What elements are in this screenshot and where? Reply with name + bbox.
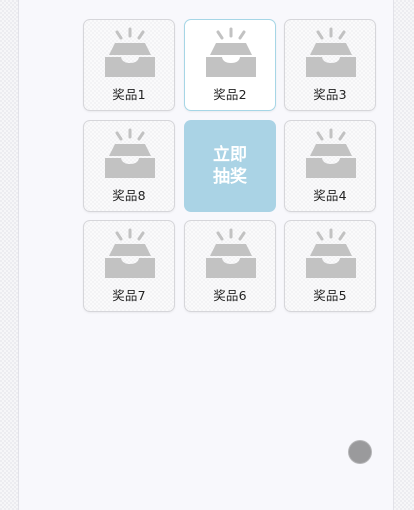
prize-cell-5[interactable]: 奖品5 bbox=[284, 220, 376, 312]
prize-box-icon bbox=[306, 27, 356, 77]
prize-cell-4[interactable]: 奖品4 bbox=[284, 120, 376, 212]
prize-cell-8[interactable]: 奖品8 bbox=[83, 120, 175, 212]
draw-button-line2: 抽奖 bbox=[213, 167, 247, 187]
prize-box-icon bbox=[206, 27, 256, 77]
lottery-grid: 奖品1 奖品2 奖品3 奖品8 立即 抽奖 奖品4 奖品7 奖品6 奖品5 bbox=[83, 19, 377, 313]
draw-button[interactable]: 立即 抽奖 bbox=[184, 120, 276, 212]
prize-box-icon bbox=[105, 27, 155, 77]
prize-cell-7[interactable]: 奖品7 bbox=[83, 220, 175, 312]
floating-ball-icon[interactable] bbox=[349, 441, 371, 463]
prize-cell-2[interactable]: 奖品2 bbox=[184, 19, 276, 111]
draw-button-line1: 立即 bbox=[213, 145, 247, 165]
prize-cell-6[interactable]: 奖品6 bbox=[184, 220, 276, 312]
prize-label: 奖品1 bbox=[112, 87, 146, 102]
prize-label: 奖品6 bbox=[213, 288, 247, 303]
prize-label: 奖品2 bbox=[213, 87, 247, 102]
prize-box-icon bbox=[306, 228, 356, 278]
prize-label: 奖品4 bbox=[313, 188, 347, 203]
prize-box-icon bbox=[206, 228, 256, 278]
app-panel: 奖品1 奖品2 奖品3 奖品8 立即 抽奖 奖品4 奖品7 奖品6 奖品5 bbox=[18, 0, 394, 510]
prize-cell-1[interactable]: 奖品1 bbox=[83, 19, 175, 111]
prize-label: 奖品5 bbox=[313, 288, 347, 303]
prize-cell-3[interactable]: 奖品3 bbox=[284, 19, 376, 111]
prize-box-icon bbox=[306, 128, 356, 178]
prize-box-icon bbox=[105, 228, 155, 278]
prize-label: 奖品3 bbox=[313, 87, 347, 102]
prize-label: 奖品8 bbox=[112, 188, 146, 203]
prize-label: 奖品7 bbox=[112, 288, 146, 303]
prize-box-icon bbox=[105, 128, 155, 178]
